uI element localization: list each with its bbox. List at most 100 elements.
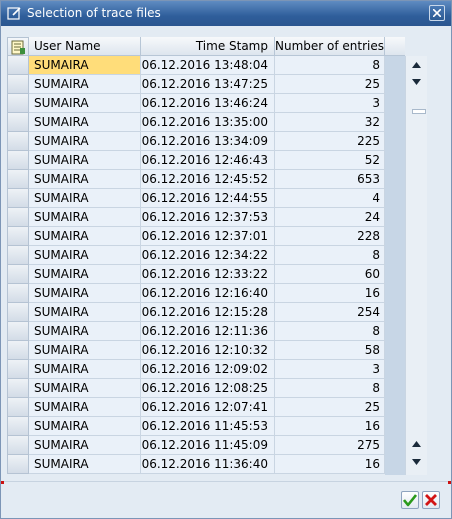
- cell-time-stamp[interactable]: 06.12.2016 13:47:25: [141, 75, 275, 94]
- cell-user-name[interactable]: SUMAIRA: [29, 208, 141, 227]
- scroll-down-top-button[interactable]: [409, 75, 425, 91]
- row-selector[interactable]: [7, 189, 29, 208]
- cell-user-name[interactable]: SUMAIRA: [29, 189, 141, 208]
- cell-user-name[interactable]: SUMAIRA: [29, 227, 141, 246]
- cell-number-of-entries[interactable]: 25: [275, 75, 385, 94]
- cell-number-of-entries[interactable]: 8: [275, 379, 385, 398]
- cell-user-name[interactable]: SUMAIRA: [29, 151, 141, 170]
- row-selector[interactable]: [7, 360, 29, 379]
- table-row[interactable]: SUMAIRA 06.12.2016 12:44:55 4: [7, 189, 385, 208]
- cell-time-stamp[interactable]: 06.12.2016 12:33:22: [141, 265, 275, 284]
- cell-number-of-entries[interactable]: 8: [275, 56, 385, 75]
- table-row[interactable]: SUMAIRA 06.12.2016 12:16:40 16: [7, 284, 385, 303]
- table-row[interactable]: SUMAIRA 06.12.2016 12:34:22 8: [7, 246, 385, 265]
- column-header-time-stamp[interactable]: Time Stamp: [141, 37, 275, 56]
- table-row[interactable]: SUMAIRA 06.12.2016 12:08:25 8: [7, 379, 385, 398]
- cell-number-of-entries[interactable]: 52: [275, 151, 385, 170]
- cell-time-stamp[interactable]: 06.12.2016 12:10:32: [141, 341, 275, 360]
- row-selector[interactable]: [7, 284, 29, 303]
- row-selector[interactable]: [7, 379, 29, 398]
- cell-user-name[interactable]: SUMAIRA: [29, 436, 141, 455]
- cell-time-stamp[interactable]: 06.12.2016 13:46:24: [141, 94, 275, 113]
- row-selector[interactable]: [7, 322, 29, 341]
- cell-number-of-entries[interactable]: 4: [275, 189, 385, 208]
- row-selector[interactable]: [7, 436, 29, 455]
- row-selector[interactable]: [7, 132, 29, 151]
- row-selector[interactable]: [7, 455, 29, 474]
- cell-number-of-entries[interactable]: 24: [275, 208, 385, 227]
- row-selector[interactable]: [7, 265, 29, 284]
- cell-time-stamp[interactable]: 06.12.2016 12:37:53: [141, 208, 275, 227]
- cell-user-name[interactable]: SUMAIRA: [29, 303, 141, 322]
- table-row[interactable]: SUMAIRA 06.12.2016 13:47:25 25: [7, 75, 385, 94]
- row-selector[interactable]: [7, 113, 29, 132]
- table-row[interactable]: SUMAIRA 06.12.2016 12:33:22 60: [7, 265, 385, 284]
- table-row[interactable]: SUMAIRA 06.12.2016 12:11:36 8: [7, 322, 385, 341]
- cell-number-of-entries[interactable]: 60: [275, 265, 385, 284]
- cell-user-name[interactable]: SUMAIRA: [29, 265, 141, 284]
- cell-user-name[interactable]: SUMAIRA: [29, 170, 141, 189]
- row-selector[interactable]: [7, 398, 29, 417]
- cell-time-stamp[interactable]: 06.12.2016 11:45:09: [141, 436, 275, 455]
- cell-user-name[interactable]: SUMAIRA: [29, 246, 141, 265]
- cell-user-name[interactable]: SUMAIRA: [29, 113, 141, 132]
- cell-time-stamp[interactable]: 06.12.2016 12:15:28: [141, 303, 275, 322]
- cell-user-name[interactable]: SUMAIRA: [29, 417, 141, 436]
- table-row[interactable]: SUMAIRA 06.12.2016 12:37:01 228: [7, 227, 385, 246]
- confirm-button[interactable]: [401, 491, 419, 509]
- cell-user-name[interactable]: SUMAIRA: [29, 360, 141, 379]
- column-header-user-name[interactable]: User Name: [29, 37, 141, 56]
- table-row[interactable]: SUMAIRA 06.12.2016 12:15:28 254: [7, 303, 385, 322]
- cell-time-stamp[interactable]: 06.12.2016 12:16:40: [141, 284, 275, 303]
- row-selector[interactable]: [7, 341, 29, 360]
- cell-user-name[interactable]: SUMAIRA: [29, 94, 141, 113]
- cancel-button[interactable]: [422, 491, 440, 509]
- row-selector[interactable]: [7, 56, 29, 75]
- cell-number-of-entries[interactable]: 58: [275, 341, 385, 360]
- row-selector[interactable]: [7, 246, 29, 265]
- table-row[interactable]: SUMAIRA 06.12.2016 12:10:32 58: [7, 341, 385, 360]
- cell-user-name[interactable]: SUMAIRA: [29, 455, 141, 474]
- cell-time-stamp[interactable]: 06.12.2016 13:35:00: [141, 113, 275, 132]
- table-row[interactable]: SUMAIRA 06.12.2016 13:34:09 225: [7, 132, 385, 151]
- table-row[interactable]: SUMAIRA 06.12.2016 13:48:04 8: [7, 56, 385, 75]
- row-selector[interactable]: [7, 75, 29, 94]
- scroll-down-bottom-button[interactable]: [409, 455, 425, 471]
- row-selector[interactable]: [7, 303, 29, 322]
- cell-number-of-entries[interactable]: 3: [275, 94, 385, 113]
- cell-user-name[interactable]: SUMAIRA: [29, 322, 141, 341]
- cell-time-stamp[interactable]: 06.12.2016 12:45:52: [141, 170, 275, 189]
- row-selector[interactable]: [7, 170, 29, 189]
- cell-number-of-entries[interactable]: 8: [275, 246, 385, 265]
- table-row[interactable]: SUMAIRA 06.12.2016 11:36:40 16: [7, 455, 385, 474]
- table-row[interactable]: SUMAIRA 06.12.2016 11:45:09 275: [7, 436, 385, 455]
- table-row[interactable]: SUMAIRA 06.12.2016 12:45:52 653: [7, 170, 385, 189]
- cell-time-stamp[interactable]: 06.12.2016 12:09:02: [141, 360, 275, 379]
- cell-time-stamp[interactable]: 06.12.2016 11:36:40: [141, 455, 275, 474]
- scrollbar-thumb[interactable]: [412, 109, 426, 114]
- row-selector[interactable]: [7, 151, 29, 170]
- cell-time-stamp[interactable]: 06.12.2016 13:48:04: [141, 56, 275, 75]
- cell-number-of-entries[interactable]: 228: [275, 227, 385, 246]
- vertical-scrollbar[interactable]: [405, 56, 427, 475]
- cell-number-of-entries[interactable]: 16: [275, 417, 385, 436]
- table-row[interactable]: SUMAIRA 06.12.2016 12:37:53 24: [7, 208, 385, 227]
- cell-time-stamp[interactable]: 06.12.2016 12:44:55: [141, 189, 275, 208]
- scroll-up-top-button[interactable]: [409, 58, 425, 74]
- close-button[interactable]: [429, 5, 445, 21]
- cell-user-name[interactable]: SUMAIRA: [29, 132, 141, 151]
- cell-number-of-entries[interactable]: 8: [275, 322, 385, 341]
- table-row[interactable]: SUMAIRA 06.12.2016 11:45:53 16: [7, 417, 385, 436]
- cell-number-of-entries[interactable]: 653: [275, 170, 385, 189]
- table-row[interactable]: SUMAIRA 06.12.2016 12:46:43 52: [7, 151, 385, 170]
- cell-time-stamp[interactable]: 06.12.2016 11:45:53: [141, 417, 275, 436]
- cell-user-name[interactable]: SUMAIRA: [29, 341, 141, 360]
- cell-number-of-entries[interactable]: 254: [275, 303, 385, 322]
- row-selector[interactable]: [7, 417, 29, 436]
- cell-time-stamp[interactable]: 06.12.2016 12:11:36: [141, 322, 275, 341]
- cell-user-name[interactable]: SUMAIRA: [29, 56, 141, 75]
- table-row[interactable]: SUMAIRA 06.12.2016 13:46:24 3: [7, 94, 385, 113]
- cell-time-stamp[interactable]: 06.12.2016 12:08:25: [141, 379, 275, 398]
- cell-user-name[interactable]: SUMAIRA: [29, 398, 141, 417]
- table-row[interactable]: SUMAIRA 06.12.2016 12:07:41 25: [7, 398, 385, 417]
